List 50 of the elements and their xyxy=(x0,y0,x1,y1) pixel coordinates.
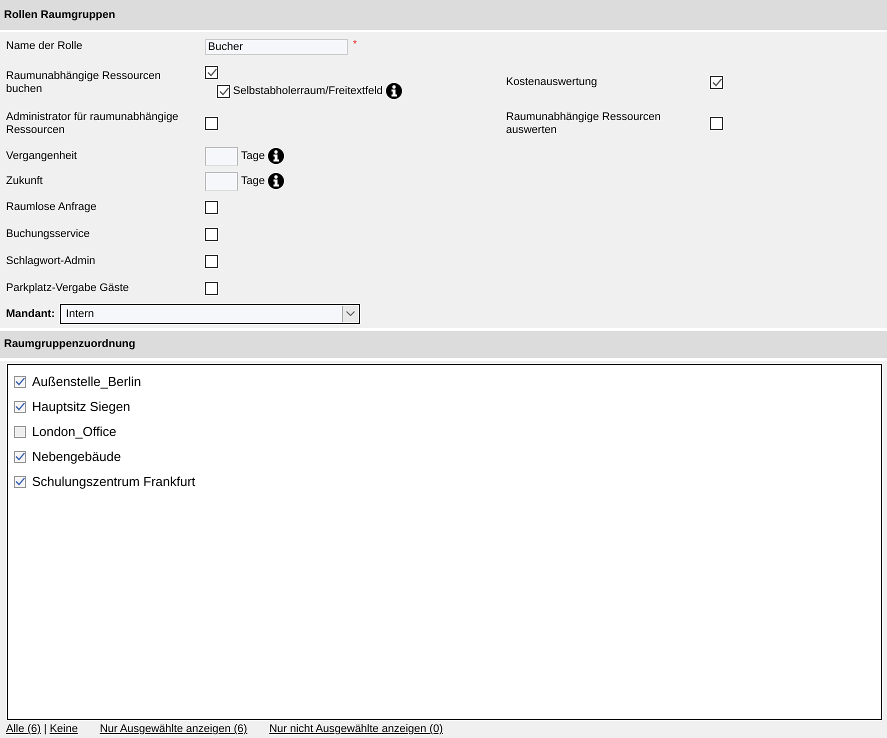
mandant-label: Mandant: xyxy=(6,308,55,320)
chevron-down-icon xyxy=(346,311,355,316)
checkbox[interactable] xyxy=(205,228,218,241)
info-icon xyxy=(268,173,284,190)
info-icon xyxy=(268,148,284,164)
field-label: Vergangenheit xyxy=(6,150,78,163)
checkbox[interactable] xyxy=(205,254,218,268)
filter-link[interactable]: Nur Ausgewählte anzeigen (6) xyxy=(100,723,248,736)
days-field[interactable] xyxy=(205,146,238,166)
field-label: Kostenauswertung xyxy=(506,76,598,90)
section-title: Raumgruppenzuordnung xyxy=(4,338,136,350)
field-label: Zukunft xyxy=(6,174,44,188)
separator: | xyxy=(44,723,47,736)
section-title: Rollen Raumgruppen xyxy=(4,8,116,21)
checkbox[interactable] xyxy=(14,476,26,488)
checkbox[interactable] xyxy=(205,66,218,80)
group-label: Hauptsitz Siegen xyxy=(32,399,130,414)
checkbox[interactable] xyxy=(14,426,26,438)
field-label: Parkplatz-Vergabe Gäste xyxy=(6,282,130,295)
checkbox[interactable] xyxy=(14,400,26,413)
unit-label: Tage xyxy=(241,150,265,162)
checkbox[interactable] xyxy=(710,76,723,90)
group-label: Außenstelle_Berlin xyxy=(32,374,142,390)
option-label: Selbstabholerraum/Freitextfeld xyxy=(233,85,383,98)
mandant-select[interactable]: Intern xyxy=(60,304,360,324)
unit-label: Tage xyxy=(241,175,265,188)
field-label: Buchungsservice xyxy=(6,228,91,241)
field-label: Administrator für raumunabhängige Ressourcen xyxy=(6,110,180,137)
filter-link[interactable]: Nur nicht Ausgewählte anzeigen (0) xyxy=(269,723,443,736)
info-icon xyxy=(386,83,402,100)
field-label: Raumlose Anfrage xyxy=(6,200,98,214)
days-field[interactable] xyxy=(205,172,238,191)
checkbox[interactable] xyxy=(14,376,26,388)
field-label: Name der Rolle xyxy=(6,40,84,54)
checkbox[interactable] xyxy=(217,84,230,98)
field-label: Schlagwort-Admin xyxy=(6,254,96,268)
field-label: Raumunabhängige Ressourcen buchen xyxy=(6,70,162,96)
name-field[interactable]: Bucher xyxy=(205,38,348,55)
group-label: London_Office xyxy=(32,424,116,440)
checkbox[interactable] xyxy=(205,200,218,214)
checkbox[interactable] xyxy=(205,117,218,130)
checkbox[interactable] xyxy=(205,282,218,295)
checkbox[interactable] xyxy=(14,450,26,463)
group-label: Schulungszentrum Frankfurt xyxy=(32,474,196,490)
field-label: Raumunabhängige Ressourcen auswerten xyxy=(506,110,662,137)
checkbox[interactable] xyxy=(710,117,723,130)
filter-link[interactable]: Alle (6) xyxy=(6,723,41,736)
required-mark: * xyxy=(353,38,357,50)
filter-link[interactable]: Keine xyxy=(50,723,78,736)
group-label: Nebengebäude xyxy=(32,449,121,464)
